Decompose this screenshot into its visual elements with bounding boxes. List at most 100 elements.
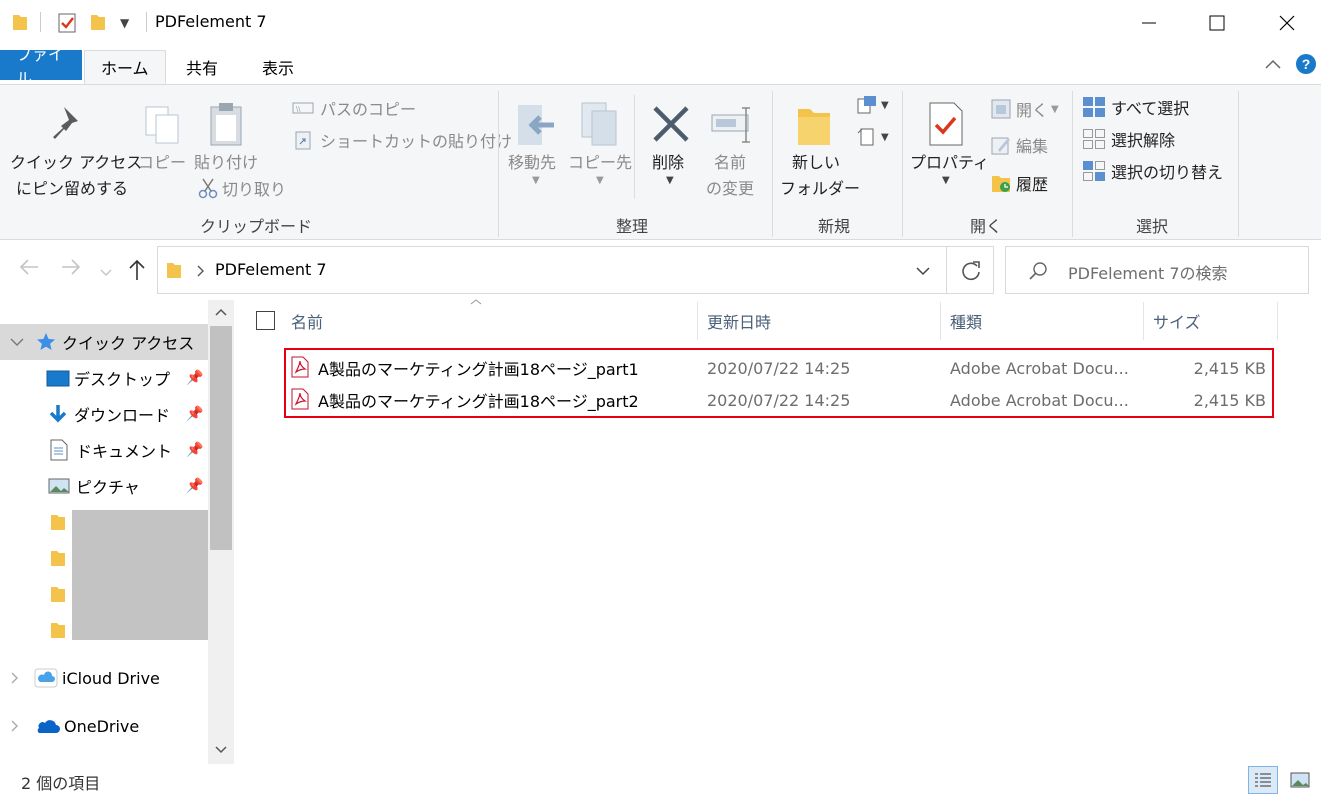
easy-access-icon — [857, 128, 874, 146]
sort-ascending-icon — [470, 299, 482, 305]
column-header-size[interactable]: サイズ — [1153, 302, 1201, 340]
title-bar: ▼ PDFelement 7 — [0, 0, 1321, 46]
ribbon-separator — [1238, 91, 1239, 237]
paste-icon — [210, 103, 242, 146]
back-button[interactable] — [18, 256, 40, 283]
chevron-down-icon[interactable] — [215, 746, 227, 754]
column-divider[interactable] — [940, 302, 941, 340]
details-view-button[interactable] — [1248, 766, 1278, 794]
organize-separator — [634, 95, 635, 199]
properties-button[interactable]: プロパティ ▼ — [908, 93, 989, 203]
group-title-open: 開く — [970, 217, 1003, 236]
history-icon — [992, 176, 1010, 192]
column-header-date[interactable]: 更新日時 — [707, 302, 771, 340]
easy-access-button[interactable]: ▼ — [856, 127, 889, 147]
invert-selection-label: 選択の切り替え — [1111, 163, 1224, 182]
up-button[interactable] — [126, 258, 148, 286]
new-item-button[interactable]: ▼ — [856, 95, 889, 115]
tab-file[interactable]: ファイル — [0, 45, 82, 88]
address-divider — [946, 247, 947, 293]
column-header-type[interactable]: 種類 — [950, 302, 982, 340]
chevron-down-icon[interactable] — [916, 266, 930, 276]
column-divider[interactable] — [697, 302, 698, 340]
new-folder-label-1: 新しい — [792, 153, 841, 172]
desktop-icon — [46, 370, 70, 387]
column-divider[interactable] — [1143, 302, 1144, 340]
folder-icon — [51, 623, 65, 638]
invert-selection-button[interactable]: 選択の切り替え — [1082, 159, 1223, 183]
tab-home[interactable]: ホーム — [84, 50, 166, 84]
paste-shortcut-button[interactable]: ショートカットの貼り付け — [292, 127, 512, 153]
minimize-button[interactable] — [1126, 8, 1172, 38]
delete-button[interactable]: 削除 ▼ — [644, 93, 698, 193]
edit-button[interactable]: 編集 — [990, 133, 1048, 157]
help-icon[interactable]: ? — [1295, 53, 1317, 75]
address-path[interactable]: PDFelement 7 — [215, 260, 327, 279]
sidebar-item-downloads[interactable]: ダウンロード 📌 — [0, 396, 208, 432]
copy-path-button[interactable]: \\ パスのコピー — [292, 95, 416, 121]
sidebar-item-label: クイック アクセス — [62, 334, 195, 353]
collapse-ribbon-icon[interactable] — [1264, 58, 1282, 70]
window-title: PDFelement 7 — [155, 12, 267, 31]
open-button[interactable]: 開く ▼ — [990, 97, 1059, 121]
paste-button[interactable]: 貼り付け — [194, 93, 260, 183]
pin-label-2: にピン留めする — [16, 179, 129, 198]
scrollbar-thumb[interactable] — [210, 326, 232, 550]
move-to-button[interactable]: 移動先 ▼ — [506, 93, 564, 193]
new-folder-qat-icon[interactable] — [90, 12, 106, 32]
sidebar-item-onedrive[interactable]: OneDrive — [0, 708, 208, 744]
column-header-name[interactable]: 名前 — [291, 302, 323, 340]
history-button[interactable]: 履歴 — [990, 171, 1048, 195]
ribbon-separator — [772, 91, 773, 237]
pin-quick-access-button[interactable]: クイック アクセス にピン留めする — [8, 93, 142, 203]
properties-label: プロパティ — [910, 153, 990, 172]
sidebar-item-quick-access[interactable]: クイック アクセス — [0, 324, 208, 360]
recent-locations-button[interactable] — [100, 263, 112, 282]
maximize-button[interactable] — [1194, 8, 1240, 38]
large-icons-view-button[interactable] — [1286, 766, 1314, 794]
new-folder-button[interactable]: 新しい フォルダー — [780, 93, 860, 203]
pin-label-1: クイック アクセス — [10, 153, 143, 172]
select-all-button[interactable]: すべて選択 — [1082, 95, 1189, 119]
onedrive-icon — [37, 720, 60, 733]
delete-caret-icon: ▼ — [666, 175, 674, 186]
select-all-checkbox[interactable] — [256, 311, 275, 330]
select-all-label: すべて選択 — [1111, 99, 1190, 118]
redacted-folders — [72, 510, 208, 640]
sidebar-item-desktop[interactable]: デスクトップ 📌 — [0, 360, 208, 396]
copy-to-button[interactable]: コピー先 ▼ — [568, 93, 632, 193]
sidebar-item-documents[interactable]: ドキュメント 📌 — [0, 432, 208, 468]
minimize-icon — [1142, 22, 1156, 24]
back-arrow-icon — [19, 259, 38, 275]
forward-button[interactable] — [60, 256, 82, 283]
copy-button[interactable]: コピー — [136, 93, 186, 183]
close-button[interactable] — [1264, 8, 1310, 38]
invert-selection-icon — [1083, 161, 1105, 181]
chevron-up-icon[interactable] — [215, 308, 227, 316]
pin-icon: 📌 — [186, 442, 204, 458]
new-item-caret-icon: ▼ — [881, 99, 889, 111]
copy-to-icon — [581, 102, 617, 146]
cut-button[interactable]: 切り取り — [198, 175, 286, 201]
tab-share[interactable]: 共有 — [170, 50, 234, 84]
column-divider[interactable] — [1277, 302, 1278, 340]
rename-button[interactable]: 名前 の変更 — [704, 93, 764, 198]
open-caret-icon: ▼ — [1051, 103, 1059, 115]
select-none-button[interactable]: 選択解除 — [1082, 127, 1175, 151]
properties-qat-icon[interactable] — [58, 12, 78, 34]
address-bar[interactable]: PDFelement 7 — [157, 246, 994, 294]
icloud-icon — [34, 668, 58, 688]
tab-view[interactable]: 表示 — [246, 50, 310, 84]
sidebar-item-pictures[interactable]: ピクチャ 📌 — [0, 468, 208, 504]
refresh-icon[interactable] — [960, 260, 982, 282]
search-box[interactable]: PDFelement 7の検索 — [1005, 246, 1309, 294]
pin-icon: 📌 — [186, 406, 204, 422]
group-title-clipboard: クリップボード — [200, 217, 313, 236]
sidebar-item-icloud[interactable]: iCloud Drive — [0, 660, 208, 696]
sidebar-scrollbar[interactable] — [208, 300, 234, 764]
copy-label: コピー — [138, 153, 187, 172]
pictures-icon — [48, 478, 70, 494]
qat-customize-icon[interactable]: ▼ — [120, 16, 129, 30]
group-title-organize: 整理 — [616, 217, 649, 236]
download-arrow-icon — [49, 405, 67, 423]
